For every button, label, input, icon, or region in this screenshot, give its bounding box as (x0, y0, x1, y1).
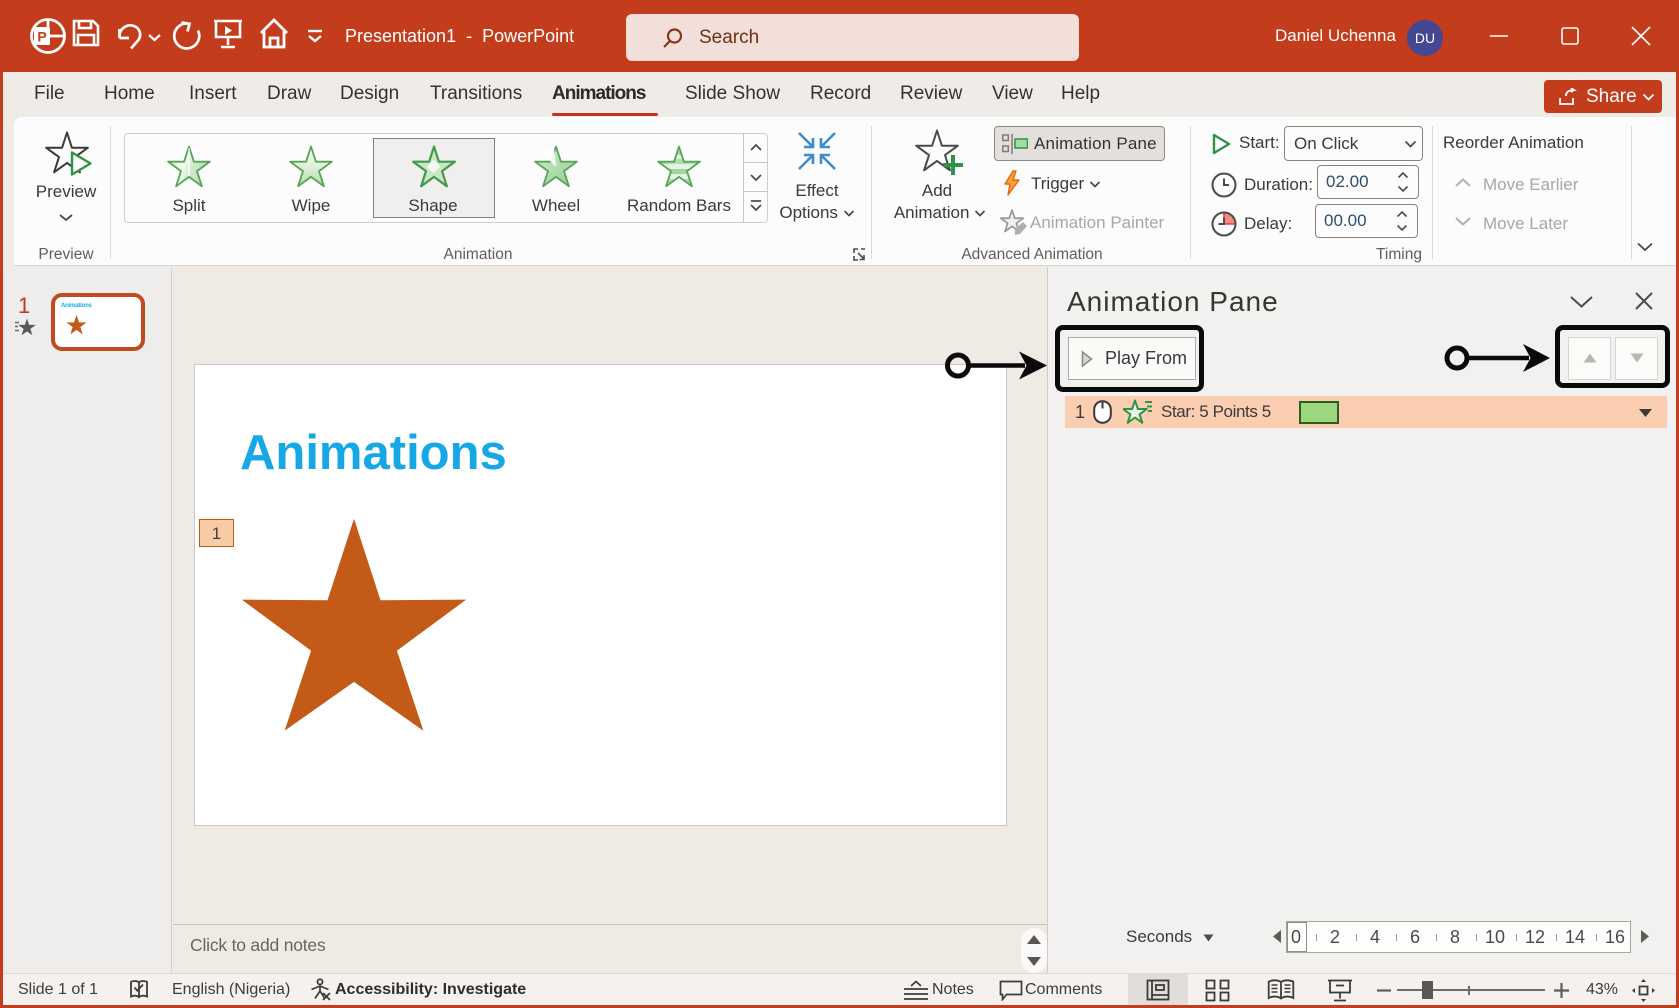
svg-text:P: P (37, 29, 46, 45)
